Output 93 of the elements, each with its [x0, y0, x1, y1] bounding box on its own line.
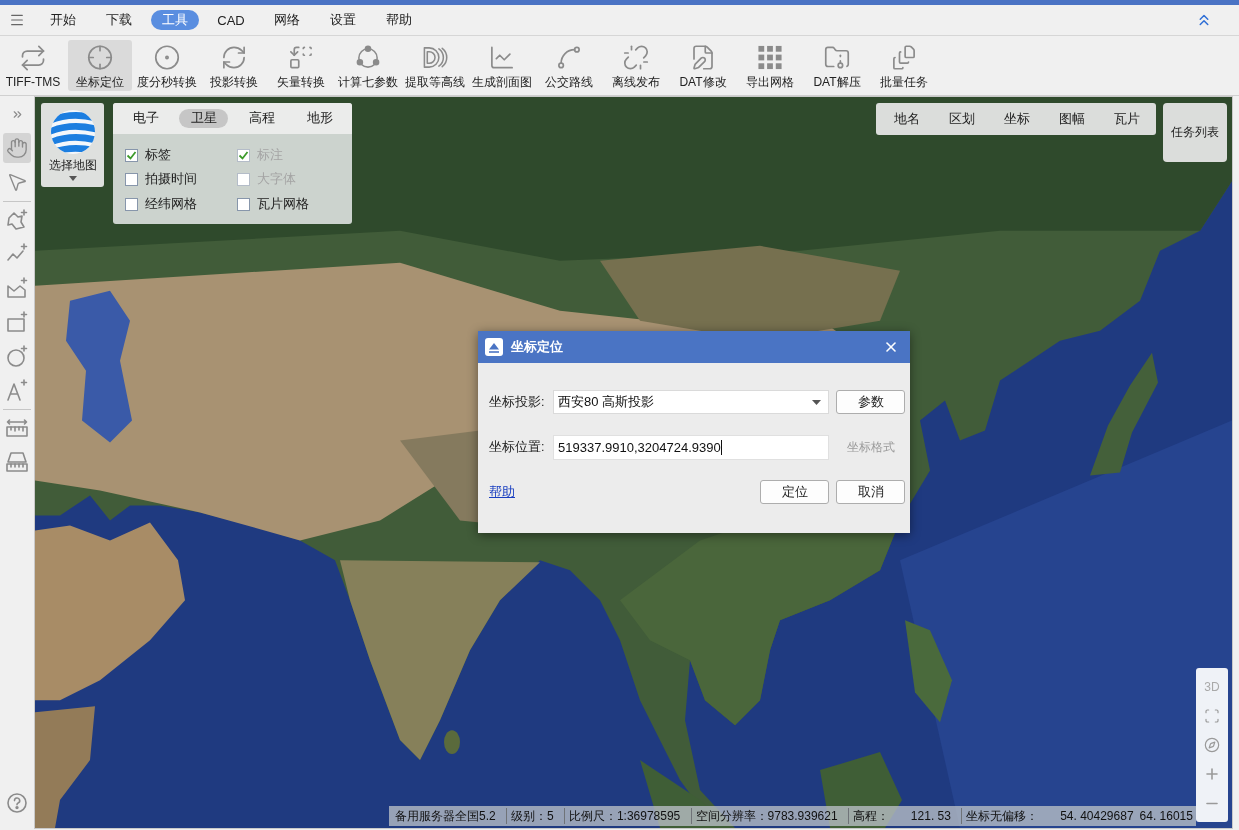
toolbar-button[interactable]: 矢量转换 [269, 40, 333, 91]
toolbar-button[interactable]: 批量任务 [872, 40, 936, 91]
checkbox[interactable] [125, 197, 138, 211]
query-tab[interactable]: 区划 [934, 106, 989, 132]
area-ruler-icon [6, 451, 28, 473]
checkbox-label: 标签 [145, 146, 171, 164]
query-tab[interactable]: 地名 [879, 106, 934, 132]
close-icon [883, 339, 899, 355]
query-tab[interactable]: 瓦片 [1099, 106, 1154, 132]
app-logo-icon [485, 338, 503, 356]
zoom-out-icon [1206, 801, 1218, 805]
curve-icon [555, 44, 583, 71]
status-value: 54. 40429687 [1060, 809, 1134, 823]
toolbar-button[interactable]: 公交路线 [537, 40, 601, 91]
dialog-button[interactable]: 定位 [760, 480, 829, 504]
compass-icon [1204, 736, 1220, 753]
toolbar-button[interactable]: 投影转换 [202, 40, 266, 91]
query-tab[interactable]: 坐标 [989, 106, 1044, 132]
pointer-icon [6, 171, 28, 193]
rectangle-plus-icon [6, 311, 28, 333]
repeat-arrows-icon [19, 44, 47, 72]
status-text: 高程： [852, 807, 889, 825]
checkbox-label: 经纬网格 [145, 195, 197, 213]
status-text: 级别：5 [510, 807, 554, 825]
ruler-icon [6, 417, 28, 439]
menu-icon [9, 12, 25, 28]
toolbar-button[interactable]: 导出网格 [738, 40, 802, 91]
map-selector-button[interactable]: 选择地图 [41, 103, 104, 187]
toolbar-button[interactable]: 度分秒转换 [135, 40, 199, 91]
coordinate-input[interactable]: 519337.9910,3204724.9390 [553, 434, 829, 460]
grid-icon [756, 44, 784, 71]
side-tool-button[interactable] [3, 133, 31, 163]
map-type-tab[interactable]: 电子 [121, 109, 170, 128]
toolbar-button[interactable]: 计算七参数 [336, 40, 400, 91]
toolbar-button[interactable]: TIFF-TMS [1, 40, 65, 91]
checkbox-label: 瓦片网格 [257, 195, 309, 213]
line-chart-icon [488, 44, 516, 71]
status-text: 空间分辨率：9783.939621 [695, 807, 838, 825]
hand-icon [6, 137, 28, 159]
menu-tab[interactable]: CAD [207, 10, 255, 30]
map-type-tab[interactable]: 卫星 [179, 109, 228, 128]
circle-plus-icon [6, 345, 28, 367]
help-button[interactable] [6, 792, 28, 814]
toolbar-button[interactable]: DAT解压 [805, 40, 869, 91]
zoom-in-icon [1206, 768, 1218, 781]
text-cursor [720, 439, 722, 455]
status-text: 备用服务器全国5.2 [395, 807, 496, 825]
menu-tab[interactable]: 设置 [319, 10, 367, 30]
toolbar-button[interactable]: 生成剖面图 [470, 40, 534, 91]
field-label: 坐标位置: [489, 438, 546, 456]
zip-folder-icon [823, 44, 851, 71]
field-label: 坐标投影: [489, 393, 546, 411]
dialog-title: 坐标定位 [511, 338, 564, 356]
status-text: 比例尺：1:36978595 [568, 807, 681, 825]
toolbar-button[interactable]: 坐标定位 [68, 40, 132, 91]
dropdown-caret-icon [812, 399, 821, 405]
file-stack-icon [890, 44, 918, 71]
projection-select[interactable]: 西安80 高斯投影 [553, 390, 829, 414]
map-type-tab[interactable]: 地形 [295, 109, 344, 128]
checkbox-label: 拍摄时间 [145, 171, 197, 189]
checkbox[interactable] [125, 148, 138, 162]
circle-nodes-icon [354, 44, 382, 71]
crosshair-icon [86, 44, 114, 71]
help-icon [7, 793, 27, 813]
globe-icon [49, 109, 96, 155]
fit-view-icon [1204, 707, 1220, 724]
contour-lines-icon [421, 44, 449, 71]
toolbar-button[interactable]: DAT修改 [671, 40, 735, 91]
menu-tab[interactable]: 帮助 [375, 10, 423, 30]
broken-link-icon [622, 44, 650, 71]
checkbox[interactable] [237, 197, 250, 211]
menu-tab[interactable]: 开始 [39, 10, 87, 30]
map-type-tab[interactable]: 高程 [237, 109, 286, 128]
toolbar-button[interactable]: 提取等高线 [403, 40, 467, 91]
area-plus-icon [6, 277, 28, 299]
menu-tab[interactable]: 网络 [263, 10, 311, 30]
toolbar-button[interactable]: 离线发布 [604, 40, 668, 91]
status-value: 121. 53 [910, 809, 951, 823]
checkbox[interactable] [125, 173, 138, 187]
rotate-arrows-icon [220, 44, 248, 71]
polygon-plus-icon [6, 209, 28, 231]
caret-down-icon [68, 176, 77, 181]
help-link[interactable]: 帮助 [489, 483, 515, 501]
menu-tab[interactable]: 下载 [95, 10, 143, 30]
query-tab[interactable]: 图幅 [1044, 106, 1099, 132]
status-value: 64. 16015 [1139, 809, 1193, 823]
task-list-button[interactable]: 任务列表 [1163, 103, 1227, 162]
status-text: 坐标无偏移： [966, 807, 1039, 825]
circle-dot-icon [153, 44, 181, 71]
params-button[interactable]: 参数 [836, 390, 905, 414]
squares-swap-icon [287, 44, 315, 71]
dialog-button[interactable]: 取消 [836, 480, 905, 504]
text-tool-icon [6, 379, 28, 401]
